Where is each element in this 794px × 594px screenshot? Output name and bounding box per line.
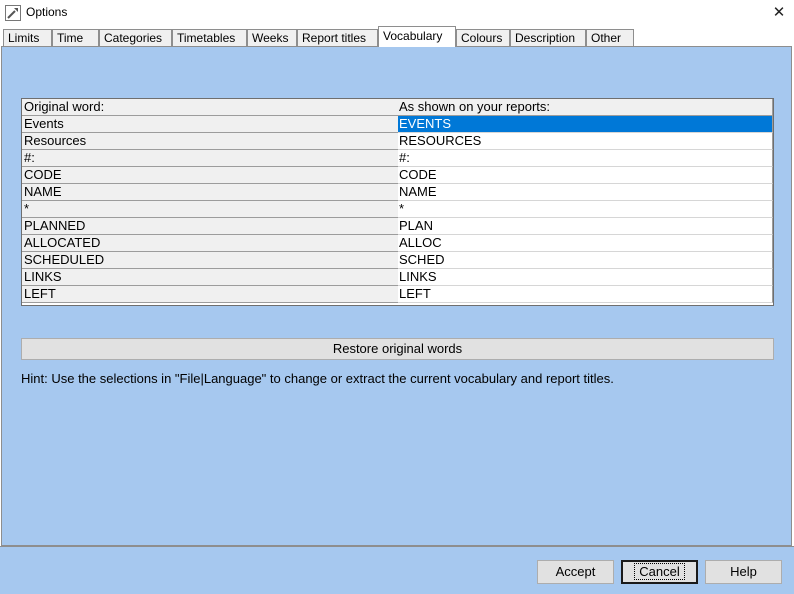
header-shown-on-reports: As shown on your reports: <box>398 99 773 116</box>
tab-description[interactable]: Description <box>510 29 586 46</box>
tab-categories[interactable]: Categories <box>99 29 172 46</box>
original-word-cell: NAME <box>22 184 400 201</box>
tab-report-titles[interactable]: Report titles <box>297 29 378 46</box>
original-word-cell: #: <box>22 150 400 167</box>
accept-button[interactable]: Accept <box>537 560 614 584</box>
report-word-cell[interactable]: #: <box>398 150 773 167</box>
wrench-icon <box>5 5 21 21</box>
table-row: CODE CODE <box>22 167 773 184</box>
report-word-cell[interactable]: RESOURCES <box>398 133 773 150</box>
report-word-cell[interactable]: NAME <box>398 184 773 201</box>
cancel-button-label: Cancel <box>634 563 685 580</box>
original-word-cell: CODE <box>22 167 400 184</box>
table-row: Resources RESOURCES <box>22 133 773 150</box>
original-word-cell: Resources <box>22 133 400 150</box>
report-word-cell[interactable]: LINKS <box>398 269 773 286</box>
table-row: Events EVENTS <box>22 116 773 133</box>
report-word-cell[interactable]: PLAN <box>398 218 773 235</box>
grid-header-row: Original word: As shown on your reports: <box>22 99 773 116</box>
report-word-cell[interactable]: LEFT <box>398 286 773 303</box>
original-word-cell: ALLOCATED <box>22 235 400 252</box>
original-word-cell: LINKS <box>22 269 400 286</box>
report-word-cell[interactable]: ALLOC <box>398 235 773 252</box>
table-row: SCHEDULED SCHED <box>22 252 773 269</box>
close-button[interactable]: ✕ <box>764 0 794 26</box>
help-button[interactable]: Help <box>705 560 782 584</box>
window-title: Options <box>26 5 68 19</box>
tab-timetables[interactable]: Timetables <box>172 29 247 46</box>
table-row: NAME NAME <box>22 184 773 201</box>
original-word-cell: PLANNED <box>22 218 400 235</box>
report-word-cell[interactable]: EVENTS <box>398 116 773 133</box>
table-row: ALLOCATED ALLOC <box>22 235 773 252</box>
original-word-cell: * <box>22 201 400 218</box>
close-icon: ✕ <box>772 4 786 21</box>
original-word-cell: SCHEDULED <box>22 252 400 269</box>
cancel-button[interactable]: Cancel <box>621 560 698 584</box>
table-row: LINKS LINKS <box>22 269 773 286</box>
header-original-word: Original word: <box>22 99 400 116</box>
table-row: * * <box>22 201 773 218</box>
vocabulary-grid: Original word: As shown on your reports:… <box>21 98 774 306</box>
original-word-cell: Events <box>22 116 400 133</box>
report-word-cell[interactable]: CODE <box>398 167 773 184</box>
tab-limits[interactable]: Limits <box>3 29 52 46</box>
tab-vocabulary[interactable]: Vocabulary <box>378 26 456 47</box>
restore-original-words-button[interactable]: Restore original words <box>21 338 774 360</box>
tab-weeks[interactable]: Weeks <box>247 29 297 46</box>
table-row: PLANNED PLAN <box>22 218 773 235</box>
tab-other[interactable]: Other <box>586 29 634 46</box>
report-word-cell[interactable]: SCHED <box>398 252 773 269</box>
dialog-button-bar: Accept Cancel Help <box>0 546 794 594</box>
tab-time[interactable]: Time <box>52 29 99 46</box>
tab-strip: Limits Time Categories Timetables Weeks … <box>0 26 794 47</box>
report-word-cell[interactable]: * <box>398 201 773 218</box>
title-bar: Options ✕ <box>0 0 794 26</box>
table-row: LEFT LEFT <box>22 286 773 303</box>
table-row: #: #: <box>22 150 773 167</box>
original-word-cell: LEFT <box>22 286 400 303</box>
tab-colours[interactable]: Colours <box>456 29 510 46</box>
hint-text: Hint: Use the selections in "File|Langua… <box>21 371 614 386</box>
